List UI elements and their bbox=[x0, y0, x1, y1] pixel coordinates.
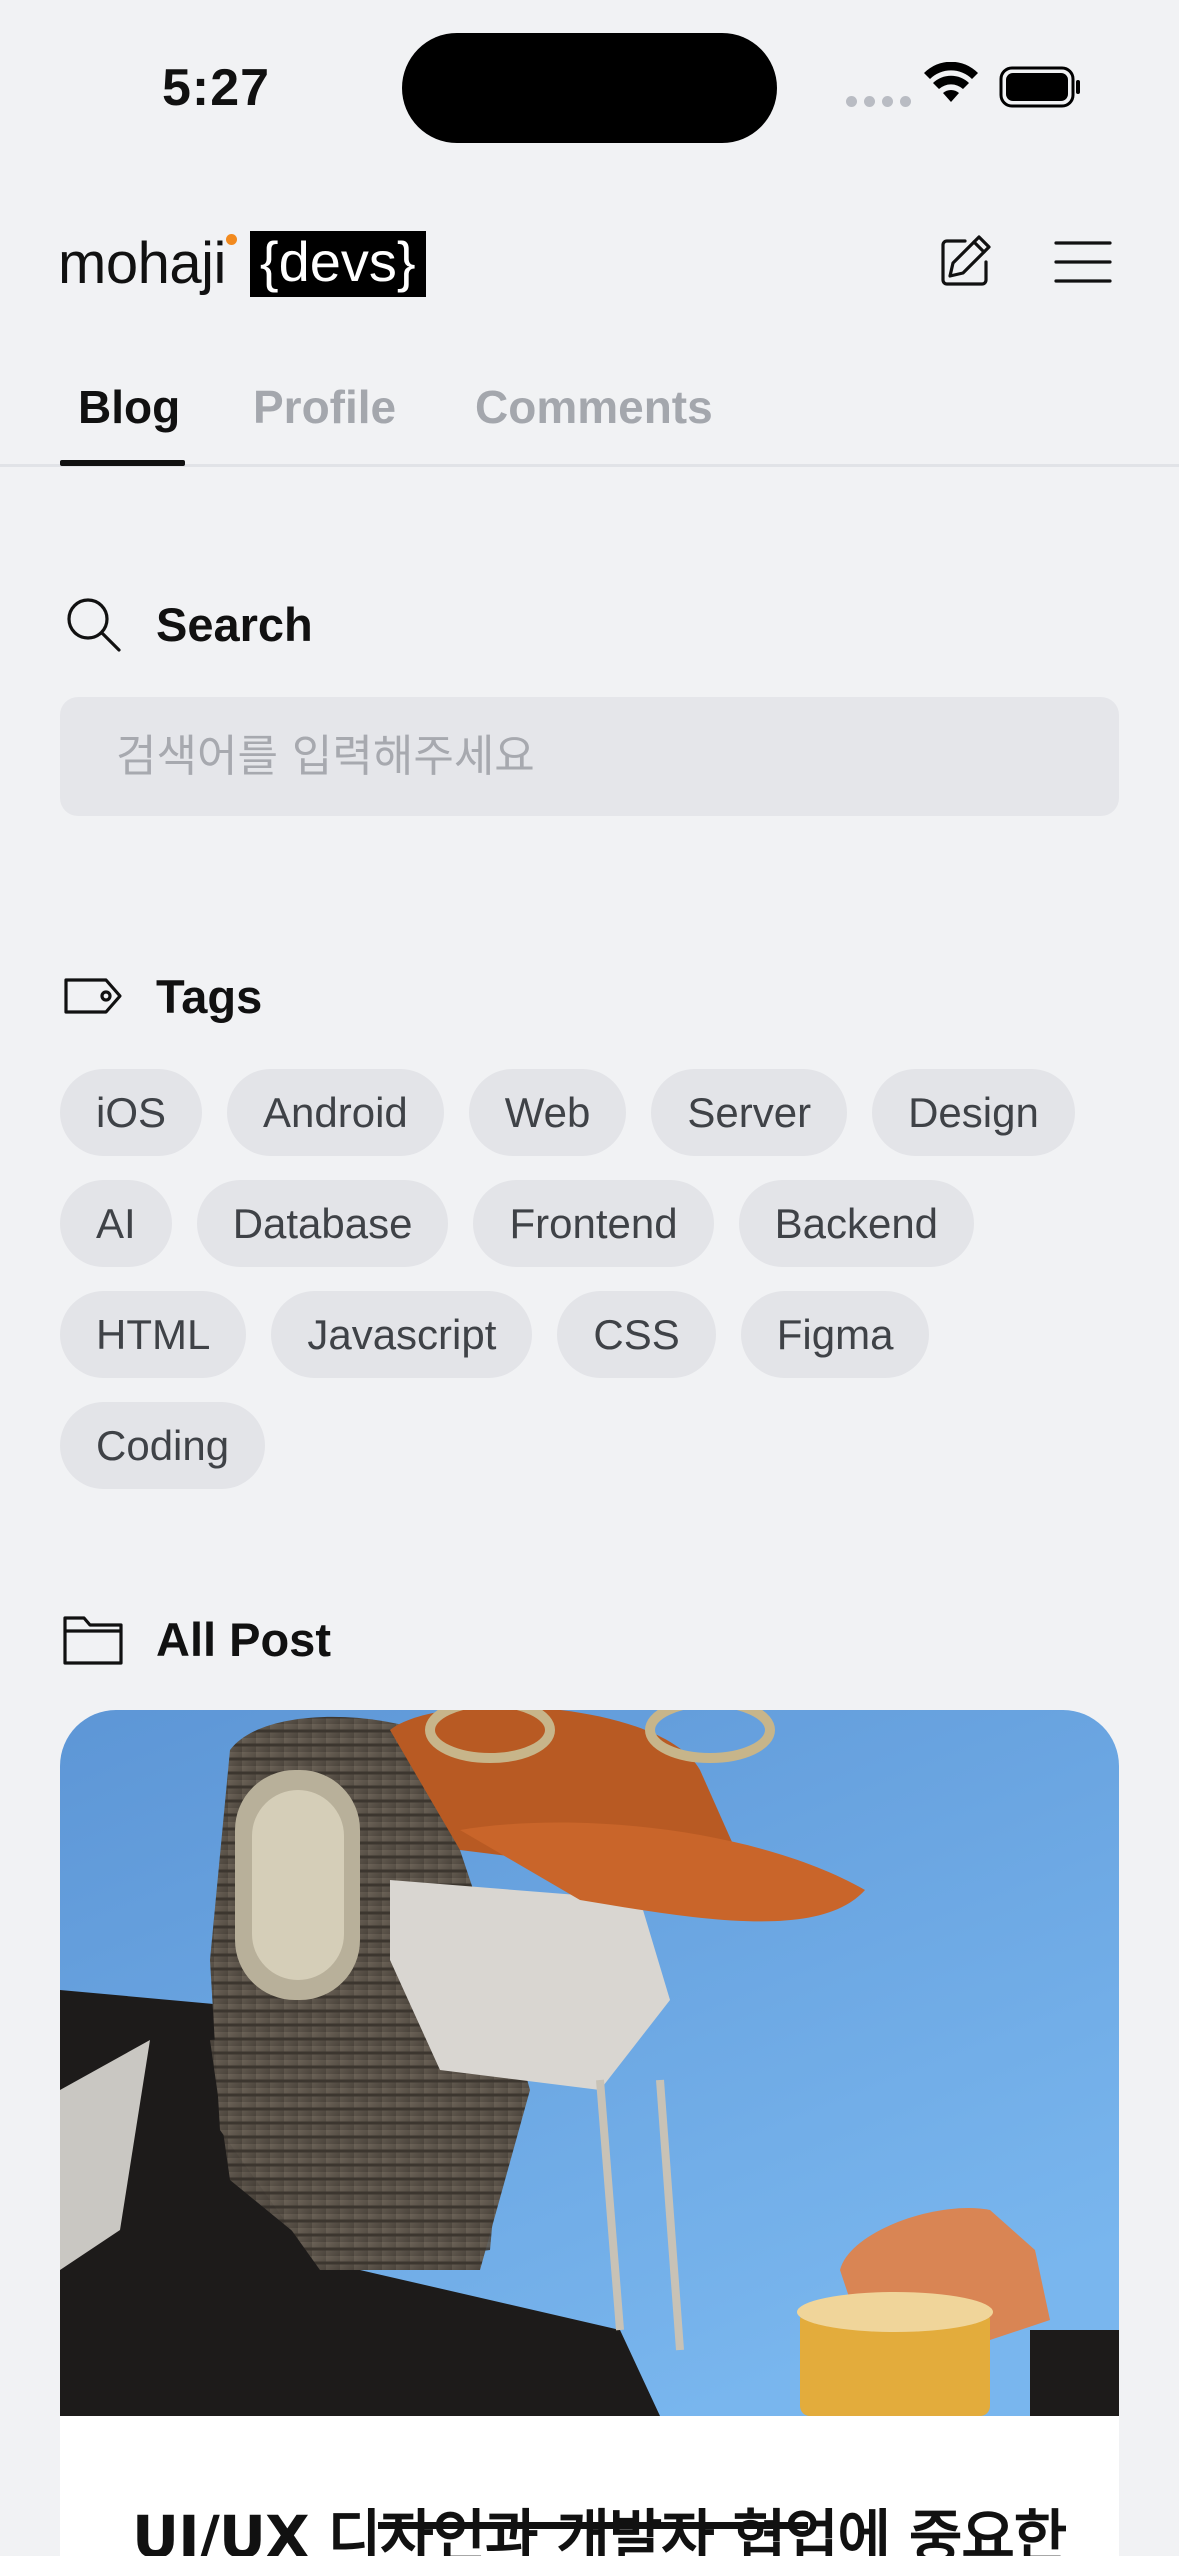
tab-bar: Blog Profile Comments bbox=[0, 360, 1179, 467]
tag-row: AI Database Frontend Backend bbox=[60, 1180, 1130, 1267]
tag-list: iOS Android Web Server Design AI Databas… bbox=[60, 1069, 1130, 1513]
dynamic-island bbox=[402, 33, 777, 143]
tag-row: Coding bbox=[60, 1402, 1130, 1489]
search-section-header: Search bbox=[62, 593, 313, 655]
search-icon bbox=[62, 593, 124, 655]
tag-chip-coding[interactable]: Coding bbox=[60, 1402, 266, 1489]
tag-chip-web[interactable]: Web bbox=[468, 1069, 627, 1156]
logo-word: mohaji bbox=[58, 231, 226, 296]
tag-chip-frontend[interactable]: Frontend bbox=[473, 1180, 714, 1267]
posts-section-title: All Post bbox=[156, 1612, 331, 1666]
post-card[interactable]: UI/UX 디자인과 개발자 협업에 중요한 bbox=[60, 1710, 1119, 2556]
status-bar: 5:27 bbox=[0, 0, 1179, 170]
tag-chip-design[interactable]: Design bbox=[872, 1069, 1075, 1156]
wifi-icon bbox=[924, 62, 978, 102]
tag-chip-ai[interactable]: AI bbox=[60, 1180, 172, 1267]
tags-section-header: Tags bbox=[62, 965, 262, 1027]
post-title-strikethrough bbox=[378, 2522, 808, 2529]
tag-chip-figma[interactable]: Figma bbox=[740, 1291, 930, 1378]
tag-chip-ios[interactable]: iOS bbox=[60, 1069, 203, 1156]
tags-section-title: Tags bbox=[156, 969, 263, 1023]
tag-row: HTML Javascript CSS Figma bbox=[60, 1291, 1130, 1378]
tag-chip-javascript[interactable]: Javascript bbox=[271, 1291, 533, 1378]
logo-accent-dot bbox=[226, 234, 237, 245]
active-tab-indicator bbox=[60, 460, 185, 466]
tab-comments[interactable]: Comments bbox=[475, 380, 713, 434]
search-field-container bbox=[60, 697, 1119, 816]
tag-chip-android[interactable]: Android bbox=[227, 1069, 444, 1156]
menu-button[interactable] bbox=[1050, 229, 1116, 295]
cellular-signal-icon bbox=[846, 96, 911, 107]
search-input[interactable] bbox=[60, 697, 1119, 816]
app-screen: 5:27 mohaji {devs} Blog Profile Comments… bbox=[0, 0, 1179, 2556]
status-time: 5:27 bbox=[162, 59, 271, 117]
tag-chip-server[interactable]: Server bbox=[651, 1069, 848, 1156]
hamburger-menu-icon bbox=[1054, 241, 1112, 283]
tag-chip-html[interactable]: HTML bbox=[60, 1291, 247, 1378]
tag-chip-database[interactable]: Database bbox=[196, 1180, 449, 1267]
posts-section-header: All Post bbox=[62, 1608, 331, 1670]
app-logo[interactable]: mohaji {devs} bbox=[58, 230, 426, 297]
tag-chip-css[interactable]: CSS bbox=[557, 1291, 716, 1378]
tab-blog[interactable]: Blog bbox=[78, 380, 180, 434]
tag-chip-backend[interactable]: Backend bbox=[738, 1180, 975, 1267]
post-thumbnail-image bbox=[60, 1710, 1119, 2416]
search-section-title: Search bbox=[156, 597, 313, 651]
write-post-button[interactable] bbox=[932, 229, 998, 295]
app-header: mohaji {devs} bbox=[0, 215, 1179, 315]
pencil-square-icon bbox=[941, 235, 991, 286]
tag-row: iOS Android Web Server Design bbox=[60, 1069, 1130, 1156]
tab-profile[interactable]: Profile bbox=[253, 380, 396, 434]
tag-icon bbox=[62, 965, 124, 1027]
battery-icon bbox=[999, 66, 1080, 108]
folder-icon bbox=[62, 1608, 124, 1670]
logo-badge: {devs} bbox=[249, 230, 426, 297]
